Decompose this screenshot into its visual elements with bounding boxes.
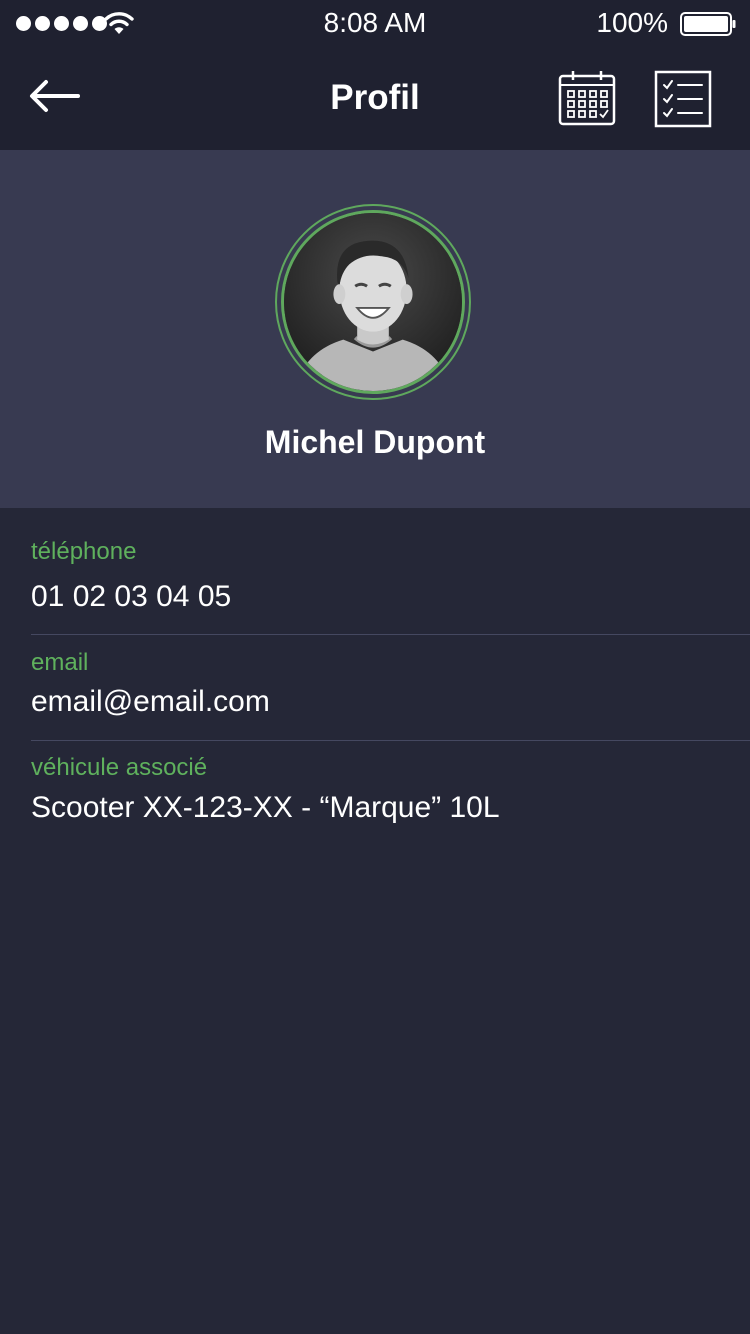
vehicle-label: véhicule associé — [31, 754, 208, 781]
profile-screen: 8:08 AM 100% Profil Michel Dupont téléph… — [0, 0, 750, 1334]
nav-bar: Profil — [0, 48, 750, 150]
profile-header: Michel Dupont — [0, 150, 750, 508]
list-item-vehicle[interactable]: véhicule associé Scooter XX-123-XX - “Ma… — [31, 741, 750, 847]
list-item-email[interactable]: email email@email.com — [31, 635, 750, 741]
phone-value[interactable]: 01 02 03 04 05 — [31, 580, 231, 614]
email-value[interactable]: email@email.com — [31, 685, 270, 719]
status-bar: 8:08 AM 100% — [0, 0, 750, 48]
profile-name: Michel Dupont — [264, 424, 486, 460]
checklist-icon[interactable] — [654, 70, 712, 128]
vehicle-value: Scooter XX-123-XX - “Marque” 10L — [31, 791, 500, 824]
list-item-phone[interactable]: téléphone 01 02 03 04 05 — [31, 508, 750, 635]
avatar-ring — [275, 204, 471, 400]
avatar-photo — [284, 213, 462, 391]
battery-percent: 100% — [596, 7, 668, 38]
battery-icon — [680, 12, 736, 36]
page-title: Profil — [330, 78, 420, 117]
phone-label: téléphone — [31, 538, 137, 565]
profile-info-list: téléphone 01 02 03 04 05 email email@ema… — [0, 508, 750, 847]
calendar-icon[interactable] — [558, 70, 616, 128]
avatar[interactable] — [281, 210, 465, 394]
email-label: email — [31, 649, 89, 676]
